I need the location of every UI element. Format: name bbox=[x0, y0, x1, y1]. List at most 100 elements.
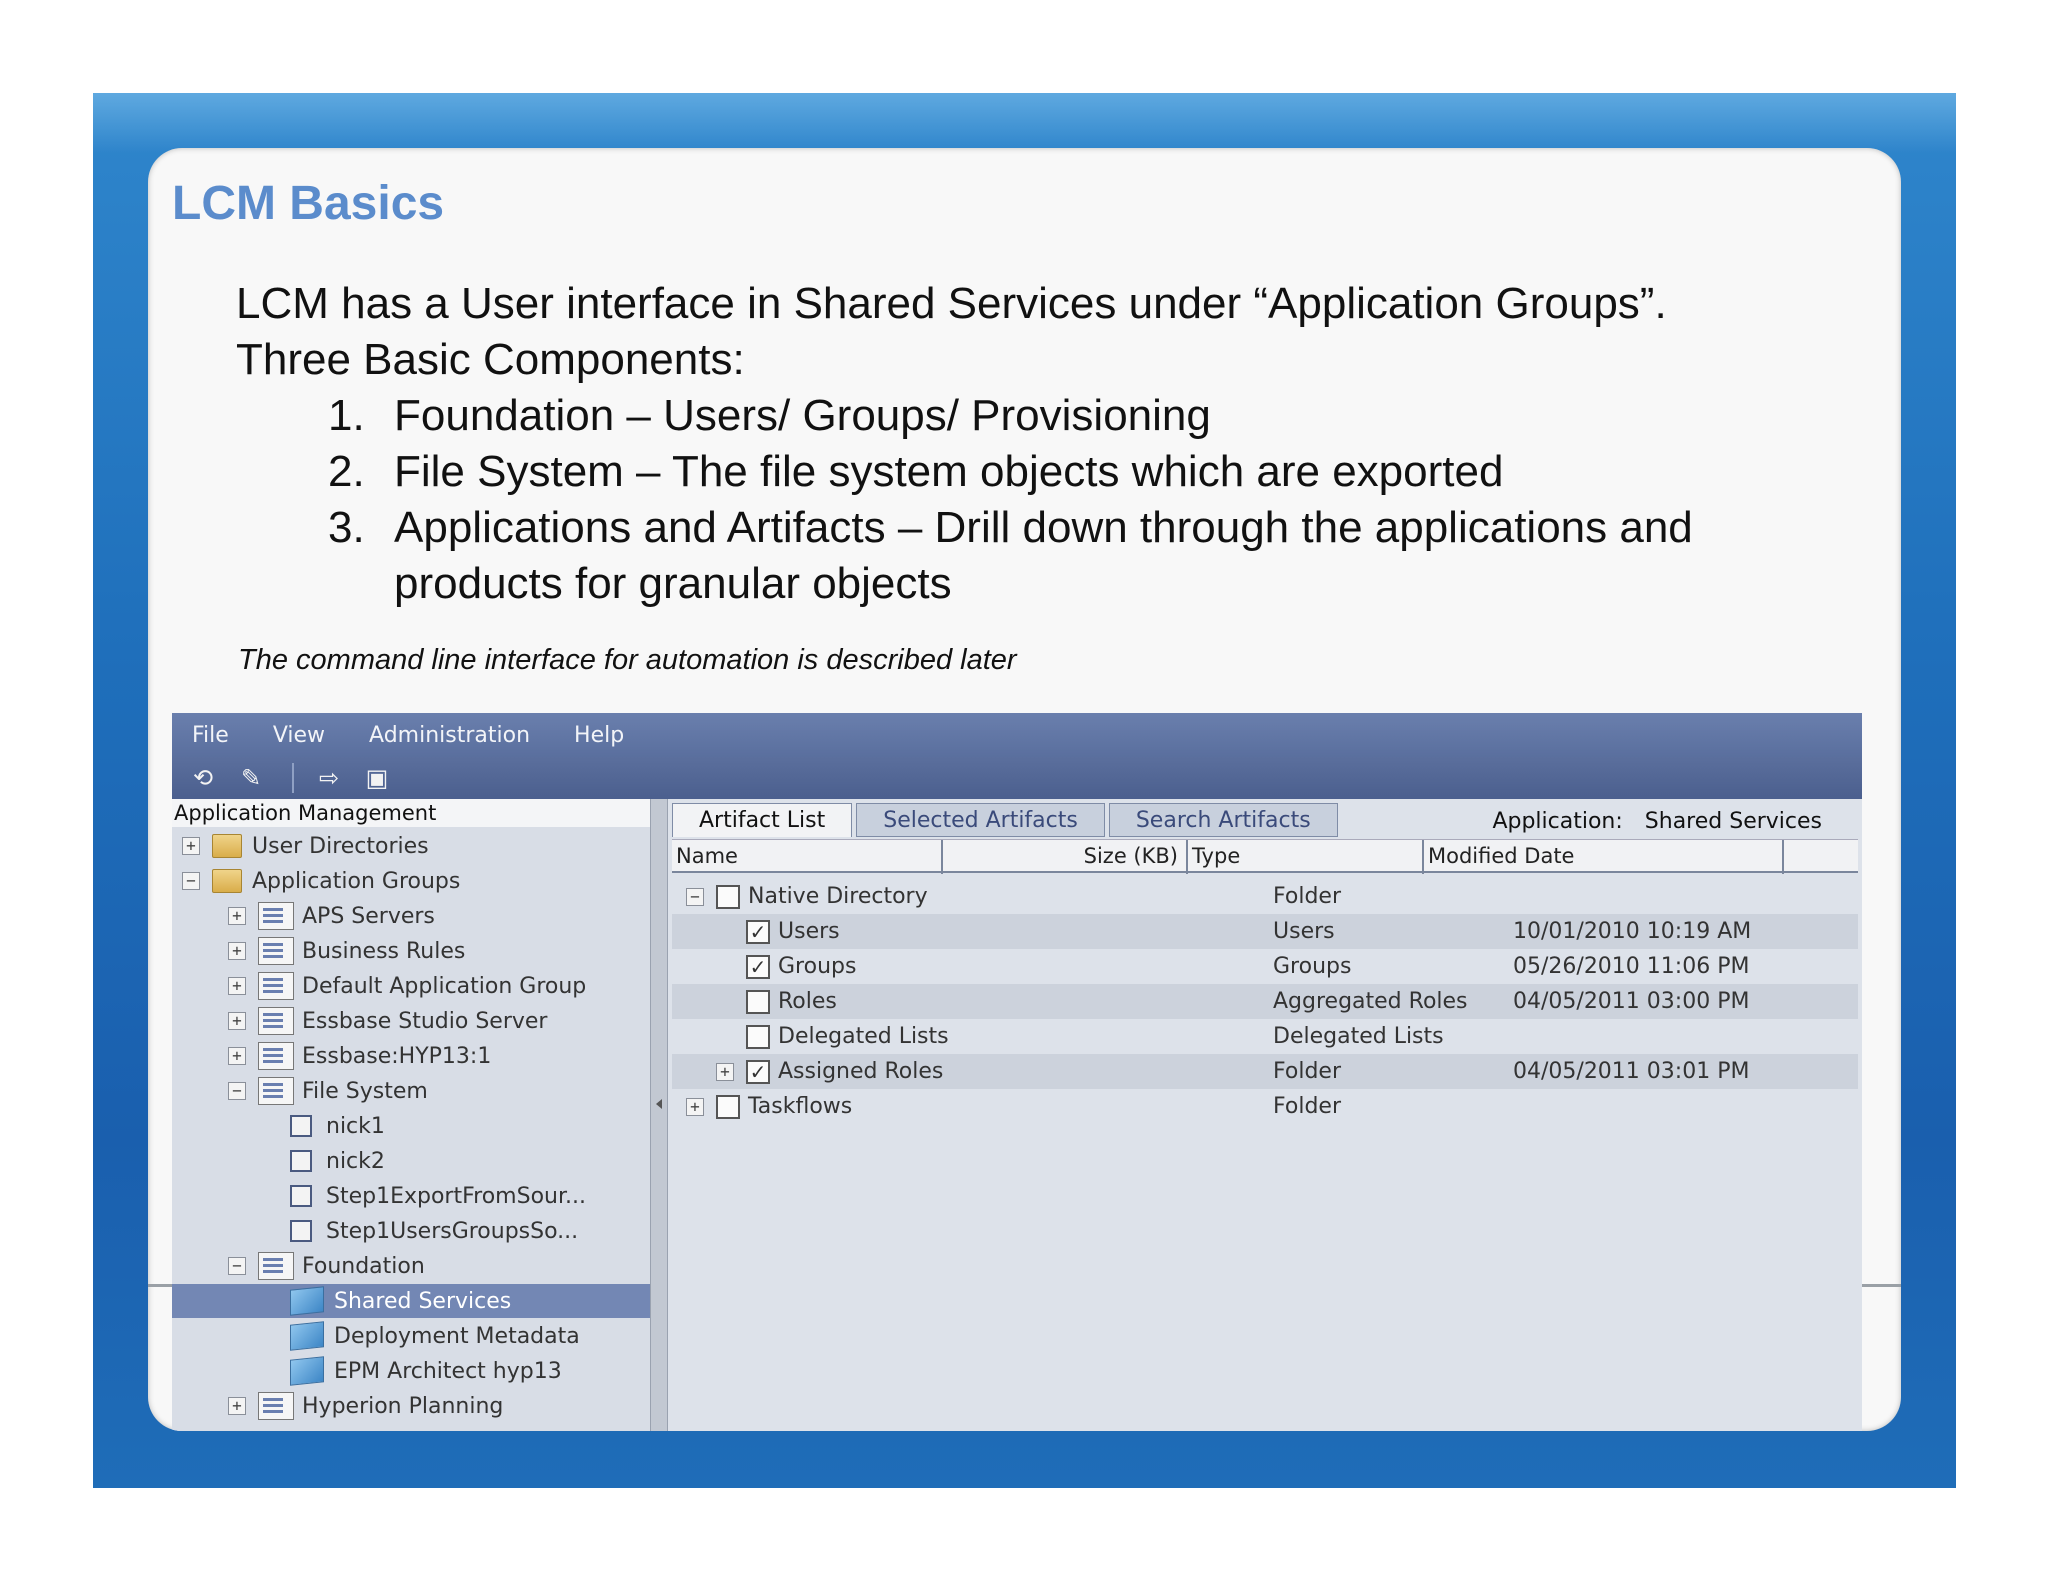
tree-item-label: Step1ExportFromSour... bbox=[326, 1183, 586, 1209]
tree-item[interactable]: + Essbase Studio Server bbox=[228, 1004, 547, 1038]
tree-item[interactable]: + Essbase:HYP13:1 bbox=[228, 1039, 491, 1073]
expand-icon[interactable]: + bbox=[228, 1397, 246, 1415]
file-icon bbox=[290, 1115, 312, 1137]
tree-item[interactable]: + Business Rules bbox=[228, 934, 465, 968]
menu-file[interactable]: File bbox=[192, 723, 229, 748]
tree-item[interactable]: Step1UsersGroupsSo... bbox=[290, 1214, 578, 1248]
artifact-checkbox[interactable]: ✓ bbox=[746, 954, 770, 979]
column-name[interactable]: Name bbox=[672, 840, 943, 874]
tree-item[interactable]: + Default Application Group bbox=[228, 969, 586, 1003]
artifact-row[interactable]: + ✓ Assigned Roles Folder 04/05/2011 03:01 P… bbox=[672, 1054, 1858, 1089]
application-icon bbox=[290, 1356, 324, 1386]
artifact-name: Taskflows bbox=[748, 1094, 853, 1119]
tree-item-label: Essbase Studio Server bbox=[302, 1008, 548, 1034]
slide-title: LCM Basics bbox=[172, 177, 445, 230]
list-text: products for granular objects bbox=[394, 559, 952, 608]
toolbar: ⟲ ✎ ⇨ ▣ bbox=[172, 757, 1862, 799]
list-number: 3. bbox=[328, 503, 365, 552]
tab-selected-artifacts[interactable]: Selected Artifacts bbox=[856, 803, 1105, 837]
artifact-column-header: Name Size (KB) Type Modified Date bbox=[672, 839, 1858, 874]
column-type[interactable]: Type bbox=[1188, 840, 1424, 874]
artifact-row[interactable]: ✓ Users Users 10/01/2010 10:19 AM bbox=[672, 914, 1858, 949]
expand-icon[interactable]: + bbox=[686, 1097, 704, 1116]
application-group-icon bbox=[258, 1252, 294, 1280]
expand-icon[interactable]: + bbox=[228, 1012, 246, 1030]
collapse-icon[interactable]: − bbox=[228, 1257, 246, 1275]
application-group-icon bbox=[258, 972, 294, 1000]
expand-icon[interactable]: + bbox=[228, 1047, 246, 1065]
tree-item-label: Hyperion Planning bbox=[302, 1393, 504, 1419]
artifact-name: Roles bbox=[778, 989, 837, 1014]
tree-item-label: User Directories bbox=[252, 833, 429, 859]
tree-item-label: Business Rules bbox=[302, 938, 466, 964]
artifact-row[interactable]: − Native Directory Folder bbox=[672, 879, 1858, 914]
artifact-row[interactable]: Delegated Lists Delegated Lists bbox=[672, 1019, 1858, 1054]
tab-search-artifacts[interactable]: Search Artifacts bbox=[1108, 803, 1338, 837]
artifact-name-cell: ✓ Groups bbox=[746, 954, 856, 979]
artifact-checkbox[interactable] bbox=[746, 1024, 770, 1049]
tree-item[interactable]: − File System bbox=[228, 1074, 428, 1108]
tree-item[interactable]: Deployment Metadata bbox=[290, 1319, 580, 1353]
artifact-type: Folder bbox=[1273, 1059, 1341, 1084]
components-list: 1. Foundation – Users/ Groups/ Provisioni… bbox=[328, 388, 1693, 612]
expand-icon[interactable]: + bbox=[228, 907, 246, 925]
tab-artifact-list[interactable]: Artifact List bbox=[672, 803, 853, 837]
tree-item[interactable]: + APS Servers bbox=[228, 899, 435, 933]
artifact-checkbox[interactable]: ✓ bbox=[746, 919, 770, 944]
artifact-checkbox[interactable] bbox=[716, 884, 740, 909]
menu-view[interactable]: View bbox=[273, 723, 325, 748]
collapse-icon[interactable]: − bbox=[228, 1082, 246, 1100]
artifact-row[interactable]: + Taskflows Folder bbox=[672, 1089, 1858, 1124]
artifact-checkbox[interactable] bbox=[716, 1094, 740, 1119]
artifact-name-cell: − Native Directory bbox=[686, 884, 928, 909]
list-item: 3. Applications and Artifacts – Drill dow… bbox=[328, 500, 1693, 556]
tree-item-label: EPM Architect hyp13 bbox=[334, 1358, 562, 1384]
expand-icon[interactable]: + bbox=[716, 1062, 734, 1081]
tree-item[interactable]: + Hyperion Planning bbox=[228, 1389, 503, 1423]
collapse-icon[interactable]: − bbox=[182, 872, 200, 890]
export-icon[interactable]: ⇨ bbox=[312, 762, 346, 794]
application-group-icon bbox=[258, 902, 294, 930]
column-size[interactable]: Size (KB) bbox=[943, 840, 1188, 874]
tree-item[interactable]: Step1ExportFromSour... bbox=[290, 1179, 586, 1213]
list-item: 1. Foundation – Users/ Groups/ Provisioni… bbox=[328, 388, 1693, 444]
expand-icon[interactable]: + bbox=[228, 942, 246, 960]
tree-item[interactable]: + User Directories bbox=[182, 829, 429, 863]
expand-icon[interactable]: + bbox=[182, 837, 200, 855]
menu-bar: File View Administration Help bbox=[172, 713, 1862, 757]
artifact-type: Users bbox=[1273, 919, 1335, 944]
tree-item-label: Default Application Group bbox=[302, 973, 587, 999]
artifact-name: Delegated Lists bbox=[778, 1024, 949, 1049]
artifact-checkbox[interactable]: ✓ bbox=[746, 1059, 770, 1084]
import-icon[interactable]: ▣ bbox=[360, 762, 394, 794]
artifact-name: Assigned Roles bbox=[778, 1059, 944, 1084]
expand-icon[interactable]: + bbox=[228, 977, 246, 995]
tree-item[interactable]: Shared Services bbox=[172, 1284, 650, 1318]
refresh-icon[interactable]: ⟲ bbox=[186, 762, 220, 794]
artifact-name: Native Directory bbox=[748, 884, 928, 909]
tree-item[interactable]: − Application Groups bbox=[182, 864, 460, 898]
intro-line: LCM has a User interface in Shared Servi… bbox=[236, 279, 1667, 328]
artifact-checkbox[interactable] bbox=[746, 989, 770, 1014]
artifact-name: Groups bbox=[778, 954, 857, 979]
tree-item[interactable]: nick2 bbox=[290, 1144, 385, 1178]
artifact-name-cell: Roles bbox=[746, 989, 837, 1014]
menu-administration[interactable]: Administration bbox=[369, 723, 530, 748]
tree-item[interactable]: nick1 bbox=[290, 1109, 385, 1143]
pane-splitter[interactable] bbox=[650, 799, 668, 1431]
collapse-icon[interactable]: − bbox=[686, 887, 704, 906]
tree-item-label: nick1 bbox=[326, 1113, 385, 1139]
column-modified-date[interactable]: Modified Date bbox=[1424, 840, 1784, 874]
list-item: 2. File System – The file system objects … bbox=[328, 444, 1693, 500]
tree-item-label: APS Servers bbox=[302, 903, 435, 929]
edit-icon[interactable]: ✎ bbox=[234, 762, 268, 794]
application-group-icon bbox=[258, 1007, 294, 1035]
artifact-row[interactable]: Roles Aggregated Roles 04/05/2011 03:00 PM bbox=[672, 984, 1858, 1019]
menu-help[interactable]: Help bbox=[574, 723, 624, 748]
tree-item[interactable]: EPM Architect hyp13 bbox=[290, 1354, 562, 1388]
list-number: 2. bbox=[328, 447, 365, 496]
artifact-row[interactable]: ✓ Groups Groups 05/26/2010 11:06 PM bbox=[672, 949, 1858, 984]
slide-intro: LCM has a User interface in Shared Servi… bbox=[236, 276, 1667, 388]
artifact-name-cell: ✓ Users bbox=[746, 919, 840, 944]
tree-item[interactable]: − Foundation bbox=[228, 1249, 425, 1283]
